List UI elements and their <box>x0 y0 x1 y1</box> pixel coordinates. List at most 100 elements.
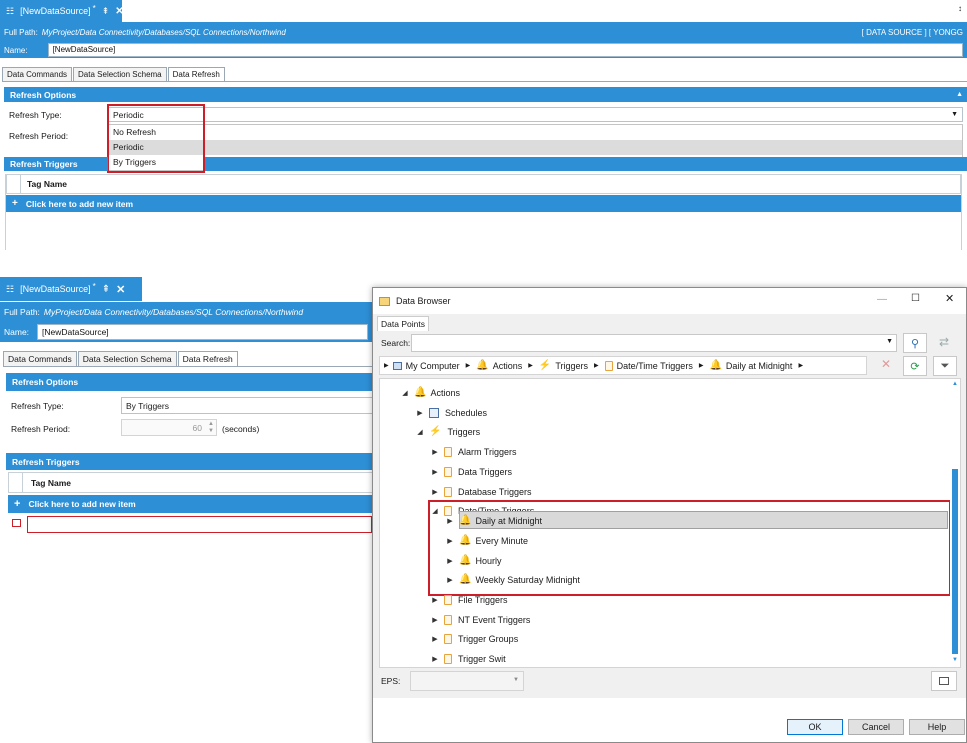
tree-node-data-triggers[interactable]: ▶ Data Triggers <box>380 462 512 481</box>
tree-label: Actions <box>430 387 460 398</box>
bottom-tab-strip: Data Commands Data Selection Schema Data… <box>3 350 372 367</box>
tree-view: ◢ 🔔 Actions ▶ Schedules ◢ ⚡ Triggers ▶ A… <box>379 378 961 668</box>
modified-marker: * <box>92 281 96 291</box>
folder-icon <box>379 296 390 306</box>
tree-node-schedules[interactable]: ▶ Schedules <box>380 403 487 422</box>
top-add-item-row[interactable]: + Click here to add new item <box>6 195 961 212</box>
close-icon[interactable]: ✕ <box>115 6 123 17</box>
cancel-button[interactable]: Cancel <box>848 719 904 735</box>
option-no-refresh[interactable]: No Refresh <box>109 125 962 140</box>
tab-data-refresh[interactable]: Data Refresh <box>177 351 238 366</box>
panel-toggle-button[interactable] <box>931 671 957 691</box>
data-browser-dialog: Data Browser — ☐ ✕ Data Points Search: ▼… <box>372 287 967 743</box>
refresh-type-select[interactable]: By Triggers <box>121 397 372 414</box>
folder-icon <box>444 446 452 457</box>
ok-button[interactable]: OK <box>787 719 843 735</box>
refresh-type-select[interactable]: Periodic ▼ <box>108 107 963 122</box>
scroll-up-icon[interactable]: ▲ <box>952 381 958 387</box>
tree-node-partial[interactable]: ▶ Trigger Swit <box>380 649 506 667</box>
breadcrumb-my-computer[interactable]: My Computer <box>406 361 460 371</box>
top-triggers-strip <box>205 157 967 171</box>
breadcrumb-actions[interactable]: Actions <box>493 361 523 371</box>
breadcrumb-daily-at-midnight[interactable]: Daily at Midnight <box>726 361 793 371</box>
name-field[interactable]: [NewDataSource] <box>37 324 368 340</box>
tab-data-commands[interactable]: Data Commands <box>3 351 77 366</box>
tab-data-refresh[interactable]: Data Refresh <box>167 67 225 81</box>
refresh-options-title: Refresh Options <box>10 89 77 100</box>
grid-icon: ☷ <box>6 5 15 16</box>
close-icon[interactable]: ✕ <box>945 292 954 305</box>
tree-node-actions[interactable]: ◢ 🔔 Actions <box>380 383 460 402</box>
eps-select[interactable]: ▼ <box>410 671 524 691</box>
top-grid-right-border <box>961 174 962 250</box>
minimize-icon[interactable]: — <box>877 294 887 305</box>
maximize-icon[interactable]: ☐ <box>911 293 920 304</box>
refresh-period-label: Refresh Period: <box>11 424 71 434</box>
bottom-document-tab[interactable]: ☷ [NewDataSource] * ⇞ ✕ <box>0 277 142 301</box>
full-path: MyProject/Data Connectivity/Databases/SQ… <box>41 27 286 37</box>
collapsed-triangle-icon[interactable]: ▶ <box>430 448 440 456</box>
option-periodic[interactable]: Periodic <box>109 140 962 155</box>
top-document-tab[interactable]: ☷ [NewDataSource] * ⇞ ✕ <box>0 0 124 22</box>
name-field[interactable]: [NewDataSource] <box>47 43 963 57</box>
tree-node-triggers[interactable]: ◢ ⚡ Triggers <box>380 422 480 441</box>
tree-label: Trigger Groups <box>458 633 519 644</box>
eps-label: EPS: <box>381 676 401 686</box>
row-header-cell <box>9 473 23 492</box>
collapsed-triangle-icon[interactable]: ▶ <box>430 468 440 476</box>
tab-data-commands[interactable]: Data Commands <box>2 67 73 81</box>
collapsed-triangle-icon[interactable]: ▶ <box>430 488 440 496</box>
tree-node-file-triggers[interactable]: ▶ File Triggers <box>380 590 508 609</box>
scrollbar-thumb[interactable] <box>952 469 958 654</box>
top-grid-left-border <box>5 174 6 250</box>
collapsed-triangle-icon[interactable]: ▶ <box>430 596 440 604</box>
scroll-down-icon[interactable]: ▼ <box>952 657 958 663</box>
tab-data-selection-schema[interactable]: Data Selection Schema <box>77 351 177 366</box>
breadcrumb-datetime-triggers[interactable]: Date/Time Triggers <box>617 361 693 371</box>
chevron-right-icon: ▶ <box>384 363 389 369</box>
search-label: Search: <box>381 338 411 348</box>
tree-scrollbar[interactable]: ▲ ▼ <box>950 379 960 667</box>
tree-node-nt-event-triggers[interactable]: ▶ NT Event Triggers <box>380 610 530 629</box>
close-icon[interactable]: ✕ <box>116 283 125 296</box>
refresh-type-value: By Triggers <box>126 400 169 411</box>
collapse-icon[interactable]: ▲ <box>956 91 963 98</box>
swap-icon[interactable]: ⇄ <box>939 335 949 349</box>
refresh-period-value: 60 <box>192 422 202 433</box>
search-button[interactable]: ⚲ <box>903 333 927 353</box>
tree-node-trigger-groups[interactable]: ▶ Trigger Groups <box>380 629 518 648</box>
dropdown-arrow-icon[interactable]: ▼ <box>886 338 893 345</box>
breadcrumb-triggers[interactable]: Triggers <box>555 361 588 371</box>
collapsed-triangle-icon[interactable]: ▶ <box>430 635 440 643</box>
stepper-arrows-icon[interactable]: ▲ ▼ <box>208 421 214 435</box>
pin-icon[interactable]: ⇞ <box>102 6 110 17</box>
chevron-down-icon: ▼ <box>951 111 958 118</box>
new-row-tag-input[interactable] <box>27 516 372 533</box>
panel-icon <box>939 677 949 685</box>
chevron-right-icon: ▶ <box>798 363 804 369</box>
refresh-button[interactable]: ⟳ <box>903 356 927 376</box>
collapsed-triangle-icon[interactable]: ▶ <box>415 409 425 417</box>
expanded-triangle-icon[interactable]: ◢ <box>400 389 410 397</box>
bottom-path-bar: Full Path: MyProject/Data Connectivity/D… <box>0 302 372 322</box>
tab-data-selection-schema[interactable]: Data Selection Schema <box>73 67 167 81</box>
folder-icon <box>444 653 452 664</box>
expanded-triangle-icon[interactable]: ◢ <box>415 428 425 436</box>
search-input[interactable]: ▼ <box>411 334 897 352</box>
filter-button[interactable]: ⏷ <box>933 356 957 376</box>
pin-icon[interactable]: ⇞ <box>102 284 110 295</box>
name-label: Name: <box>4 45 28 55</box>
top-window-close-icon[interactable]: ↕ <box>958 4 962 13</box>
delete-icon[interactable]: ✕ <box>875 357 897 375</box>
bottom-add-item-row[interactable]: + Click here to add new item <box>8 495 372 513</box>
tab-data-points[interactable]: Data Points <box>377 316 429 331</box>
help-button[interactable]: Help <box>909 719 965 735</box>
collapsed-triangle-icon[interactable]: ▶ <box>430 655 440 663</box>
lightning-icon: ⚡ <box>429 426 442 437</box>
refresh-type-label: Refresh Type: <box>9 110 62 120</box>
tree-node-alarm-triggers[interactable]: ▶ Alarm Triggers <box>380 442 517 461</box>
collapsed-triangle-icon[interactable]: ▶ <box>430 616 440 624</box>
refresh-period-stepper[interactable]: 60 ▲ ▼ <box>121 419 217 436</box>
refresh-triggers-title: Refresh Triggers <box>12 456 80 467</box>
tree-node-database-triggers[interactable]: ▶ Database Triggers <box>380 482 532 501</box>
